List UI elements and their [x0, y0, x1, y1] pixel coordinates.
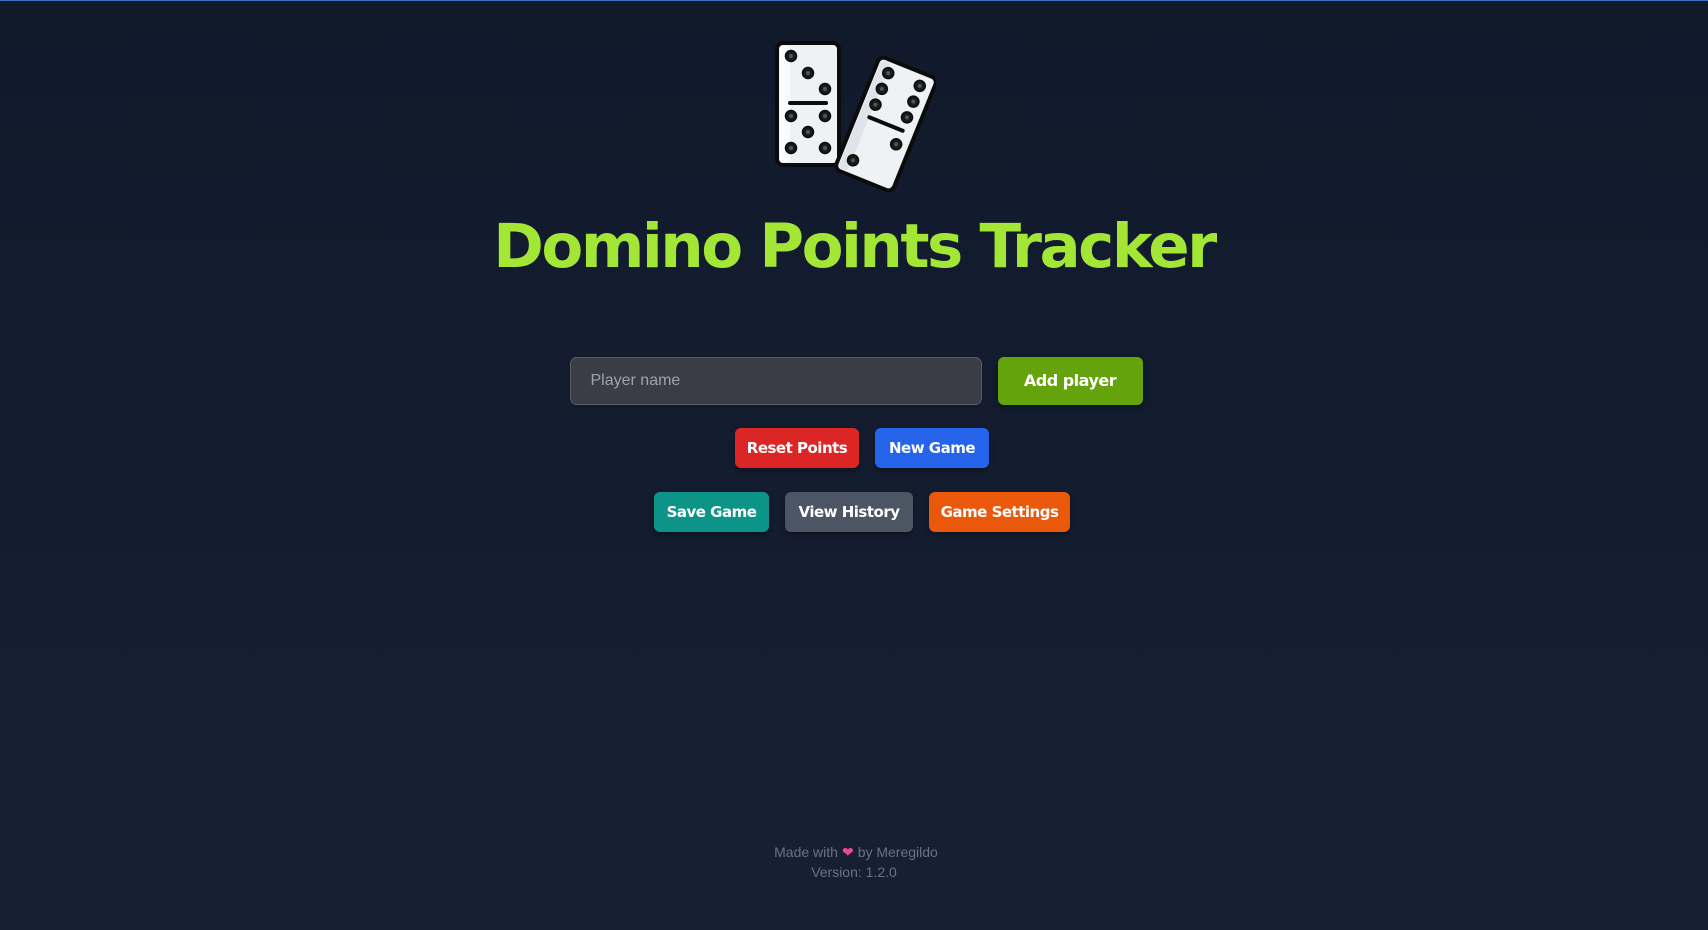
page-title: Domino Points Tracker: [493, 211, 1217, 282]
footer-version: Version: 1.2.0: [811, 864, 897, 880]
new-game-button[interactable]: New Game: [875, 427, 989, 468]
game-management-row: Save Game View History Game Settings: [654, 491, 1070, 532]
app-container: Domino Points Tracker Add player Reset P…: [0, 0, 1708, 532]
player-name-input[interactable]: [569, 356, 982, 405]
footer: Made with ❤ by Meregildo Version: 1.2.0: [0, 842, 1708, 882]
footer-credit: Made with ❤ by Meregildo: [4, 842, 1708, 862]
domino-front: [834, 55, 936, 193]
footer-made-with: Made with: [774, 844, 838, 860]
add-player-button[interactable]: Add player: [997, 356, 1143, 405]
game-controls-row: Reset Points New Game: [735, 427, 989, 468]
game-settings-button[interactable]: Game Settings: [929, 491, 1070, 532]
add-player-row: Add player: [569, 356, 1143, 405]
heart-icon: ❤: [841, 844, 854, 860]
domino-back: [775, 41, 841, 167]
footer-author: by Meregildo: [857, 844, 938, 860]
save-game-button[interactable]: Save Game: [654, 491, 769, 532]
reset-points-button[interactable]: Reset Points: [735, 427, 859, 468]
dominoes-icon: [775, 41, 936, 193]
view-history-button[interactable]: View History: [785, 491, 913, 532]
